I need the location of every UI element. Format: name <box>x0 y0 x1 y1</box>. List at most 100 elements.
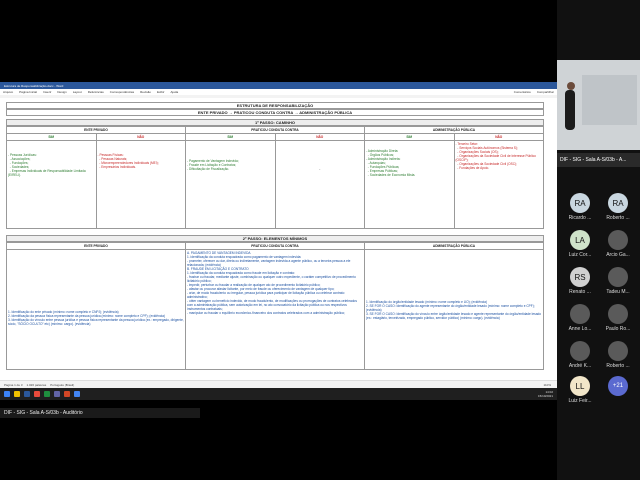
col-ente-header: ENTE PRIVADO <box>7 243 186 250</box>
zoom-level[interactable]: 110% <box>544 383 551 387</box>
excel-icon[interactable] <box>44 391 50 397</box>
conduta-nao-cell: - <box>275 141 365 229</box>
sim-label: SIM <box>186 134 276 141</box>
participant-photo <box>570 341 590 361</box>
tab-pagina-inicial[interactable]: Página Inicial <box>19 90 37 94</box>
taskbar: 14:02 15/10/2021 <box>0 388 557 400</box>
document-page: ESTRUTURA DE RESPONSABILIZAÇÃO ENTE PRIV… <box>6 98 544 370</box>
step1-header: 1º PASSO: CAMINHO <box>6 119 544 126</box>
ente-minimos-cell: 1. Identificação do ente privado (mínimo… <box>7 250 186 370</box>
col-conduta-header: PRATICOU CONDUTA CONTRA <box>186 127 365 134</box>
col-admin-header: ADMINISTRAÇÃO PÚBLICA <box>365 127 544 134</box>
participant-tile[interactable]: RA Ricardo ... <box>561 192 599 228</box>
room-label: DIF - SIG - Sala A-S/03b - A... <box>560 157 627 163</box>
participant-avatar: RS <box>570 267 590 287</box>
participant-name: Ricardo ... <box>568 215 592 221</box>
more-participants-count: +21 <box>608 376 628 396</box>
participant-name: Roberto ... <box>606 215 630 221</box>
tab-layout[interactable]: Layout <box>73 90 82 94</box>
status-words: 1.026 palavras <box>26 383 47 387</box>
participant-tile[interactable]: LA Luiz Cor... <box>561 229 599 265</box>
teams-icon[interactable] <box>54 391 60 397</box>
tab-exibir[interactable]: Exibir <box>157 90 165 94</box>
presenter-video <box>557 60 640 150</box>
admin-minimos-cell: 1. Identificação do órgão/entidade lesad… <box>365 250 544 370</box>
ente-nao-cell: - Pessoas Físicas: - Pessoas Naturais; -… <box>96 141 186 229</box>
start-icon[interactable] <box>4 391 10 397</box>
word-icon[interactable] <box>24 391 30 397</box>
participant-tile[interactable]: LL Luiz Feir... <box>561 375 599 411</box>
participant-tile[interactable]: Arcio Ga... <box>599 229 637 265</box>
tab-revisao[interactable]: Revisão <box>140 90 151 94</box>
participant-tile[interactable]: Tadeu M... <box>599 266 637 302</box>
doc-title: ESTRUTURA DE RESPONSABILIZAÇÃO <box>6 102 544 109</box>
participant-name: Luiz Cor... <box>568 252 592 258</box>
tab-arquivo[interactable]: Arquivo <box>3 90 13 94</box>
participant-name: Arcio Ga... <box>606 252 630 258</box>
word-window: Estrutura de Responsabilização.docx - Wo… <box>0 82 557 400</box>
participant-name: Paulo Ro... <box>605 326 631 332</box>
taskbar-clock: 14:02 15/10/2021 <box>538 390 553 398</box>
participant-name: Anne Lo... <box>568 326 592 332</box>
nao-label: NÃO <box>275 134 365 141</box>
participant-avatar: RA <box>608 193 628 213</box>
participant-photo <box>608 267 628 287</box>
tab-design[interactable]: Design <box>57 90 66 94</box>
nao-label: NÃO <box>96 134 186 141</box>
title-bar: Estrutura de Responsabilização.docx - Wo… <box>0 82 557 89</box>
nao-label: NÃO <box>454 134 544 141</box>
admin-sim-cell: - Administração Direta: - Órgãos Público… <box>365 141 455 229</box>
powerpoint-icon[interactable] <box>64 391 70 397</box>
participant-name: André K... <box>568 363 592 369</box>
meeting-source-bar: DIF - SIG - Sala A-S/03b - Auditório <box>0 408 200 418</box>
comments-button[interactable]: Comentários <box>514 90 531 94</box>
ente-sim-cell: - Pessoas Jurídicas: - Associações; - Fu… <box>7 141 97 229</box>
participant-tile[interactable]: Paulo Ro... <box>599 303 637 339</box>
presenter-head <box>567 82 575 90</box>
step2-header: 2º PASSO: ELEMENTOS MÍNIMOS <box>6 235 544 242</box>
participant-photo <box>570 304 590 324</box>
participant-photo <box>608 230 628 250</box>
pdf-icon[interactable] <box>34 391 40 397</box>
tab-ajuda[interactable]: Ajuda <box>170 90 178 94</box>
room-label-bar: DIF - SIG - Sala A-S/03b - A... <box>557 153 640 167</box>
browser-icon[interactable] <box>74 391 80 397</box>
conduta-minimos-cell: A. PAGAMENTO DE VANTAGEM INDEVIDA 1. ide… <box>186 250 365 370</box>
more-participants-button[interactable]: +21 <box>599 375 637 411</box>
col-conduta-header: PRATICOU CONDUTA CONTRA <box>186 243 365 250</box>
step2-table: ENTE PRIVADO PRATICOU CONDUTA CONTRA ADM… <box>6 242 544 370</box>
participant-tile[interactable]: Anne Lo... <box>561 303 599 339</box>
doc-chain: ENTE PRIVADO → PRATICOU CONDUTA CONTRA →… <box>6 109 544 116</box>
participant-name: Renato ... <box>569 289 591 295</box>
participant-tile[interactable]: RS Renato ... <box>561 266 599 302</box>
sim-label: SIM <box>365 134 455 141</box>
window-title: Estrutura de Responsabilização.docx - Wo… <box>4 83 64 88</box>
tab-inserir[interactable]: Inserir <box>43 90 51 94</box>
step1-table: ENTE PRIVADO PRATICOU CONDUTA CONTRA ADM… <box>6 126 544 229</box>
participant-tile[interactable]: Roberto ... <box>599 340 637 376</box>
tab-referencias[interactable]: Referências <box>88 90 104 94</box>
share-button[interactable]: Compartilhar <box>537 90 554 94</box>
presenter-figure <box>565 90 575 130</box>
participant-name: Luiz Feir... <box>568 398 592 404</box>
presenter-wall <box>582 75 637 125</box>
participant-name: Tadeu M... <box>606 289 630 295</box>
participant-name: Roberto ... <box>606 363 630 369</box>
meeting-source-label: DIF - SIG - Sala A-S/03b - Auditório <box>4 410 83 416</box>
participant-photo <box>608 341 628 361</box>
admin-nao-cell: - Terceiro Setor: - Serviços Sociais Aut… <box>454 141 544 229</box>
file-explorer-icon[interactable] <box>14 391 20 397</box>
tab-correspondencias[interactable]: Correspondências <box>110 90 134 94</box>
participant-tile[interactable]: RA Roberto ... <box>599 192 637 228</box>
participant-avatar: LA <box>570 230 590 250</box>
participant-tile[interactable]: André K... <box>561 340 599 376</box>
sim-label: SIM <box>7 134 97 141</box>
status-page: Página 1 de 3 <box>4 383 23 387</box>
document-area[interactable]: ESTRUTURA DE RESPONSABILIZAÇÃO ENTE PRIV… <box>0 98 557 380</box>
participant-avatar: RA <box>570 193 590 213</box>
col-ente-header: ENTE PRIVADO <box>7 127 186 134</box>
participant-photo <box>608 304 628 324</box>
conduta-sim-cell: - Pagamento de Vantagem Indevida; - Frau… <box>186 141 276 229</box>
participant-avatar: LL <box>570 376 590 396</box>
status-language: Português (Brasil) <box>50 383 75 387</box>
